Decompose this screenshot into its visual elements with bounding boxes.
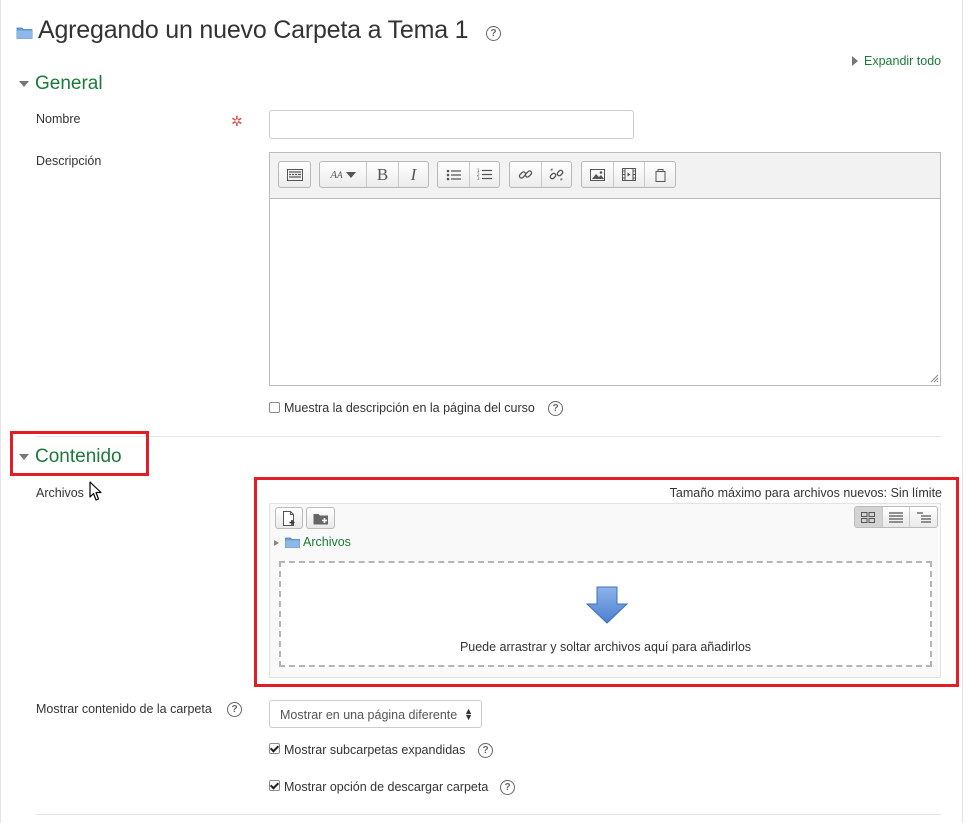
media-icon [622,168,636,181]
download-label: Mostrar opción de descargar carpeta [284,780,489,794]
display-content-value: Mostrar en una página diferente [280,708,458,722]
help-icon[interactable]: ? [500,780,515,795]
link-button[interactable] [510,162,541,187]
display-content-select[interactable]: Mostrar en una página diferente ▲ ▼ [269,700,482,728]
bold-icon: B [376,164,389,184]
required-icon: ✲ [231,113,243,129]
folder-icon [16,27,33,39]
help-icon[interactable]: ? [486,26,501,41]
toolbar-toggle-button[interactable] [279,162,310,187]
toolbar-group-links [509,161,572,188]
unordered-list-button[interactable] [438,162,469,187]
section-divider [36,814,941,815]
font-style-button[interactable]: AA [320,162,366,187]
expand-triangle-icon [852,56,858,66]
help-icon[interactable]: ? [548,401,563,416]
italic-button[interactable]: I [398,162,428,187]
ordered-list-button[interactable]: 123 [469,162,499,187]
show-description-checkbox[interactable] [269,402,280,413]
display-content-label: Mostrar contenido de la carpeta [36,702,212,716]
toolbar-group-media [581,161,676,188]
media-button[interactable] [613,162,644,187]
unlink-icon [549,168,564,181]
name-label: Nombre [36,112,81,126]
resize-grip-icon[interactable] [929,373,939,383]
font-style-icon: AA [330,168,343,181]
image-icon [590,168,605,181]
collapse-triangle-icon[interactable] [19,81,29,87]
page-right-border [962,0,963,823]
description-textarea[interactable] [270,198,940,385]
help-icon[interactable]: ? [227,702,242,717]
unlink-button[interactable] [541,162,571,187]
manage-files-button[interactable] [644,162,675,187]
expand-all-link[interactable]: Expandir todo [852,54,941,68]
italic-icon: I [410,164,417,184]
manage-files-icon [655,168,665,182]
link-icon [518,170,533,179]
toolbar-group-toggle [278,161,311,188]
subfolders-label: Mostrar subcarpetas expandidas [284,743,466,757]
collapse-triangle-icon[interactable] [19,454,29,460]
expand-all-label: Expandir todo [864,54,942,68]
show-description-label: Muestra la descripción en la página del … [284,401,535,415]
highlight-box-file-manager [254,477,959,687]
unordered-list-icon [446,169,461,180]
section-divider [36,436,941,437]
subfolders-checkbox[interactable] [269,743,280,754]
bold-button[interactable]: B [366,162,398,187]
section-content-title[interactable]: Contenido [35,446,122,468]
toolbar-group-lists: 123 [437,161,500,188]
image-button[interactable] [582,162,613,187]
download-checkbox[interactable] [269,780,280,791]
page-title: Agregando un nuevo Carpeta a Tema 1 [38,16,469,44]
section-general-title[interactable]: General [35,73,103,95]
ordered-list-icon: 123 [477,168,492,181]
files-label: Archivos [36,486,84,500]
description-label: Descripción [36,154,102,168]
svg-text:3: 3 [477,176,480,181]
select-caret-icon: ▲ ▼ [464,706,473,722]
chevron-down-icon [345,171,356,178]
toolbar-group-text-style: AA B I [319,161,429,188]
mouse-cursor-icon [89,481,102,501]
toolbar-toggle-icon [286,168,303,181]
page-left-border [0,0,1,823]
help-icon[interactable]: ? [478,743,493,758]
name-input[interactable] [269,110,634,139]
